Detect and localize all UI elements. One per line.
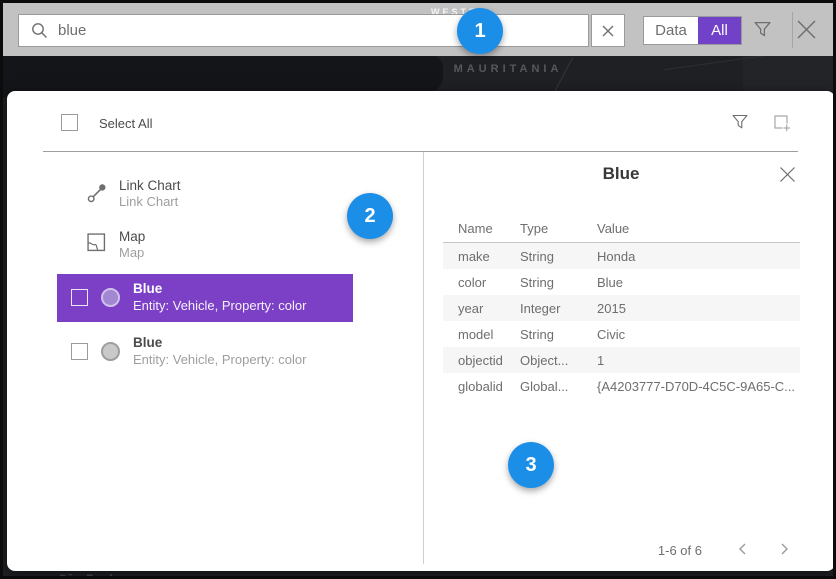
- cell-name: globalid: [443, 379, 520, 394]
- table-row: globalid Global... {A4203777-D70D-4C5C-9…: [443, 373, 800, 399]
- map-label-mauritania: MAURITANIA: [423, 63, 593, 75]
- result-item-blue[interactable]: Blue Entity: Vehicle, Property: color: [57, 328, 353, 376]
- cell-type: String: [520, 249, 597, 264]
- pagination-prev-button[interactable]: [734, 541, 752, 559]
- toolbar-divider: [792, 12, 793, 48]
- result-subtitle: Entity: Vehicle, Property: color: [133, 352, 306, 367]
- table-row: color String Blue: [443, 269, 800, 295]
- pagination-label: 1-6 of 6: [607, 543, 702, 558]
- result-subtitle: Entity: Vehicle, Property: color: [133, 298, 306, 313]
- detail-close-button[interactable]: [777, 166, 797, 186]
- cell-type: String: [520, 327, 597, 342]
- map-label-bottom-partial: São Paulo: [59, 573, 121, 579]
- callout-badge-2: 2: [347, 193, 393, 239]
- result-checkbox[interactable]: [71, 343, 88, 360]
- cell-value: 2015: [597, 301, 800, 316]
- result-title: Link Chart: [119, 178, 181, 193]
- cell-type: String: [520, 275, 597, 290]
- result-title: Blue: [133, 281, 162, 296]
- cell-name: model: [443, 327, 520, 342]
- filter-button[interactable]: [751, 19, 773, 41]
- cell-value: 1: [597, 353, 800, 368]
- scope-toggle: Data All: [643, 16, 742, 45]
- add-selection-icon: [771, 112, 793, 134]
- table-row: model String Civic: [443, 321, 800, 347]
- cell-value: Civic: [597, 327, 800, 342]
- link-chart-icon: [87, 182, 108, 208]
- search-toolbar: WESTER Data All: [3, 3, 833, 56]
- scope-all-button[interactable]: All: [698, 17, 741, 44]
- column-header: Value: [597, 221, 800, 236]
- pagination-next-button[interactable]: [775, 541, 793, 559]
- table-row: objectid Object... 1: [443, 347, 800, 373]
- callout-badge-3: 3: [508, 442, 554, 488]
- cell-type: Global...: [520, 379, 597, 394]
- entity-icon: [101, 342, 120, 361]
- close-icon: [796, 19, 817, 40]
- cell-name: make: [443, 249, 520, 264]
- attributes-table: Name Type Value make String Honda color …: [443, 215, 800, 399]
- results-filter-button[interactable]: [729, 112, 751, 134]
- list-detail-divider: [423, 152, 424, 564]
- result-title: Blue: [133, 335, 162, 350]
- scope-data-button[interactable]: Data: [644, 17, 698, 44]
- cell-type: Integer: [520, 301, 597, 316]
- table-header: Name Type Value: [443, 215, 800, 243]
- cell-type: Object...: [520, 353, 597, 368]
- close-icon: [779, 166, 796, 183]
- app-window: MAURITANIA São Paulo WESTER Data All: [0, 0, 836, 579]
- result-checkbox[interactable]: [71, 289, 88, 306]
- cell-value: {A4203777-D70D-4C5C-9A65-C...: [597, 379, 800, 394]
- filter-icon: [730, 112, 750, 132]
- header-divider: [43, 151, 798, 152]
- result-subtitle: Map: [119, 245, 144, 260]
- entity-icon: [101, 288, 120, 307]
- clear-search-button[interactable]: [591, 14, 625, 47]
- column-header: Type: [520, 221, 597, 236]
- result-subtitle: Link Chart: [119, 194, 178, 209]
- table-row: year Integer 2015: [443, 295, 800, 321]
- cell-name: year: [443, 301, 520, 316]
- cell-name: color: [443, 275, 520, 290]
- chevron-left-icon: [737, 542, 749, 556]
- select-all-checkbox[interactable]: [61, 114, 78, 131]
- table-row: make String Honda: [443, 243, 800, 269]
- select-all-label: Select All: [99, 116, 152, 131]
- clear-icon: [602, 25, 614, 37]
- close-search-button[interactable]: [795, 19, 817, 41]
- result-item-map[interactable]: Map Map: [57, 229, 357, 265]
- search-icon: [31, 22, 48, 39]
- add-to-selection-button[interactable]: [771, 112, 793, 134]
- result-item-blue-selected[interactable]: Blue Entity: Vehicle, Property: color: [57, 274, 353, 322]
- cell-value: Blue: [597, 275, 800, 290]
- search-results-panel: Select All Link Chart: [7, 91, 835, 571]
- search-input[interactable]: [58, 22, 588, 39]
- search-field[interactable]: [18, 14, 589, 47]
- result-item-link-chart[interactable]: Link Chart Link Chart: [57, 178, 357, 214]
- chevron-right-icon: [778, 542, 790, 556]
- result-title: Map: [119, 229, 145, 244]
- map-icon: [87, 233, 106, 257]
- filter-icon: [752, 19, 773, 40]
- cell-value: Honda: [597, 249, 800, 264]
- cell-name: objectid: [443, 353, 520, 368]
- column-header: Name: [443, 221, 520, 236]
- callout-badge-1: 1: [457, 8, 503, 54]
- detail-title: Blue: [443, 164, 799, 184]
